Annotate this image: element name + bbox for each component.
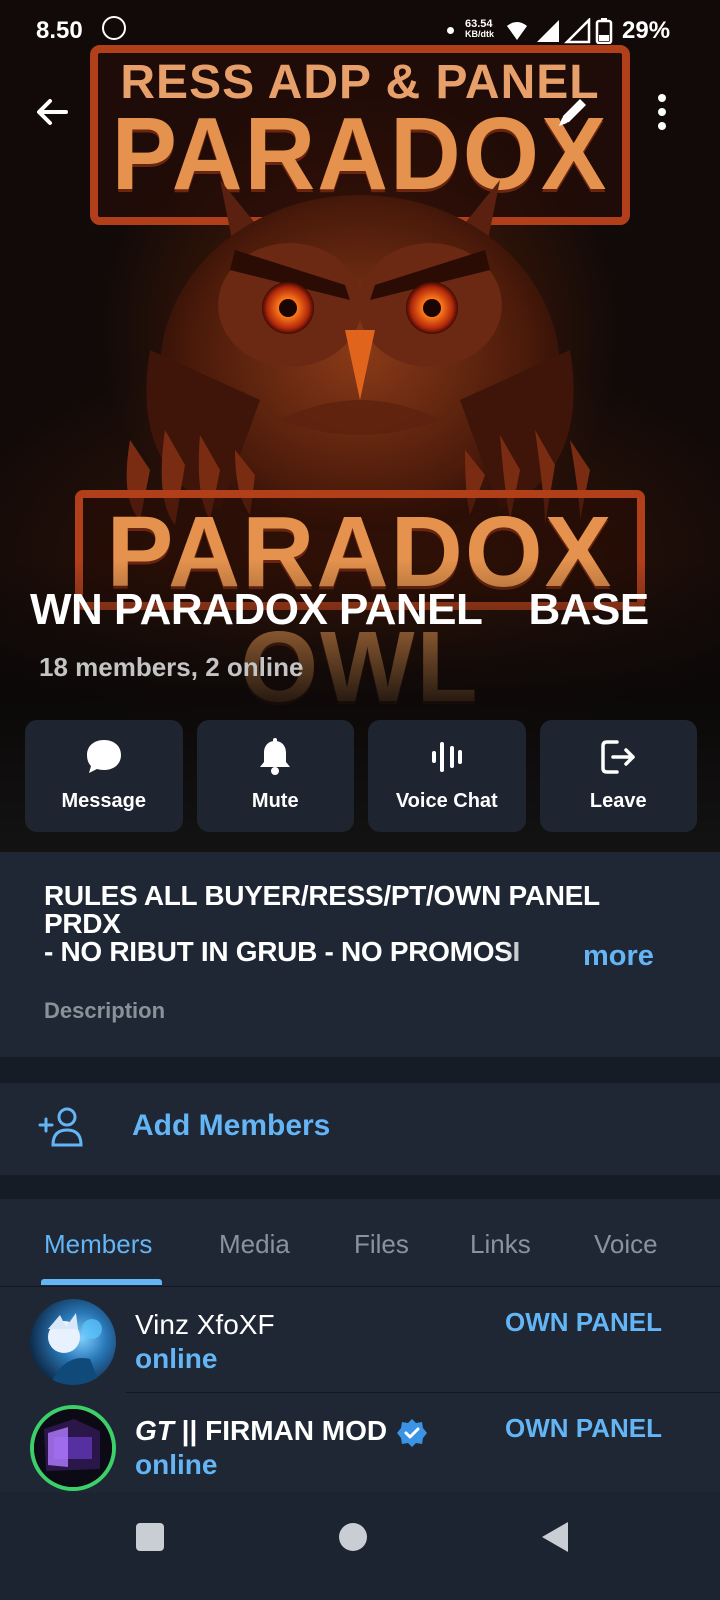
tab-voice[interactable]: Voice	[594, 1229, 658, 1260]
back-triangle-icon[interactable]	[530, 1512, 580, 1562]
member-name-prefix: GT	[135, 1415, 174, 1446]
tab-files[interactable]: Files	[354, 1229, 409, 1260]
member-status: online	[135, 1343, 218, 1374]
member-row[interactable]: Vinz XfoXF online OWN PANEL	[0, 1287, 720, 1393]
edit-pencil-icon[interactable]	[553, 92, 593, 132]
tab-media[interactable]: Media	[219, 1229, 290, 1260]
add-members-label: Add Members	[132, 1109, 331, 1142]
status-time: 8.50	[36, 17, 83, 44]
mute-label: Mute	[251, 790, 299, 812]
mute-button[interactable]: Mute	[196, 720, 354, 832]
add-members-row[interactable]: Add Members	[0, 1083, 720, 1175]
network-speed: 63.54 KB/dtk	[465, 18, 494, 40]
verified-badge-icon	[397, 1418, 428, 1447]
avatar	[30, 1405, 116, 1491]
description-card[interactable]: RULES ALL BUYER/RESS/PT/OWN PANEL PRDX -…	[0, 852, 720, 1057]
member-role-badge: OWN PANEL	[505, 1413, 662, 1443]
voice-chat-label: Voice Chat	[395, 790, 498, 812]
tab-members[interactable]: Members	[44, 1229, 152, 1260]
leave-button[interactable]: Leave	[539, 720, 697, 832]
message-button[interactable]: Message	[25, 720, 183, 832]
back-arrow-icon[interactable]	[30, 90, 74, 134]
signal-wifi-battery-icons	[507, 18, 613, 44]
member-name-text: || FIRMAN MOD	[173, 1415, 388, 1446]
group-member-count: 18 members, 2 online	[39, 652, 304, 682]
member-role-badge: OWN PANEL	[505, 1307, 662, 1337]
description-text: RULES ALL BUYER/RESS/PT/OWN PANEL PRDX -…	[44, 880, 600, 966]
more-vert-icon[interactable]	[650, 90, 674, 134]
tab-links[interactable]: Links	[470, 1229, 531, 1260]
member-name: GT || FIRMAN MOD	[135, 1415, 428, 1448]
message-label: Message	[61, 790, 147, 812]
network-speed-unit: KB/dtk	[465, 29, 494, 39]
description-line-2: PRDX	[44, 908, 121, 939]
description-label: Description	[44, 998, 166, 1023]
leave-icon	[601, 740, 635, 774]
avatar	[30, 1299, 116, 1385]
profile-tabs: Members Media Files Links Voice	[0, 1199, 720, 1287]
action-buttons-row: Message Mute Voice Chat Leave	[25, 720, 697, 832]
tab-indicator	[41, 1279, 162, 1285]
leave-label: Leave	[589, 790, 647, 812]
home-circle-icon[interactable]	[328, 1512, 378, 1562]
network-speed-value: 63.54	[465, 18, 493, 30]
notification-dot-icon	[447, 27, 454, 34]
section-gap	[0, 1057, 720, 1083]
voice-chat-icon	[431, 742, 462, 772]
description-line-1: RULES ALL BUYER/RESS/PT/OWN PANEL	[44, 880, 600, 911]
description-line-3: - NO RIBUT IN GRUB - NO PROMOSI	[44, 938, 521, 966]
group-title: WN PARADOX PANEL BASE	[30, 585, 649, 634]
section-gap	[0, 1175, 720, 1199]
recents-square-icon[interactable]	[125, 1512, 175, 1562]
member-row[interactable]: GT || FIRMAN MOD online OWN PANEL	[0, 1393, 720, 1499]
add-user-icon	[38, 1107, 83, 1147]
battery-percent: 29%	[622, 17, 671, 44]
chat-bubble-icon	[86, 740, 121, 773]
bell-icon	[260, 738, 291, 775]
status-bar: 8.50 63.54 KB/dtk 29%	[0, 0, 720, 62]
description-more-link[interactable]: more	[583, 940, 654, 973]
member-name: Vinz XfoXF	[135, 1309, 275, 1340]
member-status: online	[135, 1449, 218, 1480]
owl-illustration	[126, 180, 590, 530]
voice-chat-button[interactable]: Voice Chat	[368, 720, 526, 832]
system-nav-bar	[0, 1492, 720, 1600]
whatsapp-icon	[102, 16, 126, 40]
